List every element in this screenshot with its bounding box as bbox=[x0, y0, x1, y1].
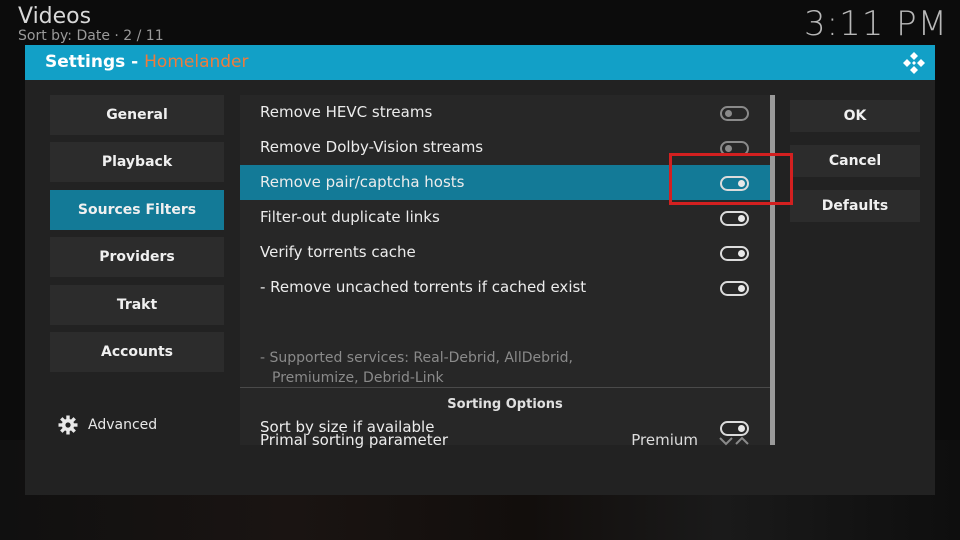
supported-services-note: - Supported services: Real-Debrid, AllDe… bbox=[260, 348, 580, 388]
setting-label: Remove Dolby-Vision streams bbox=[260, 138, 484, 156]
toggle-switch[interactable] bbox=[720, 246, 749, 261]
setting-label: - Remove uncached torrents if cached exi… bbox=[260, 278, 587, 296]
clock: 3:11 PM bbox=[804, 4, 948, 44]
sidebar-item-general[interactable]: General bbox=[50, 95, 224, 135]
dialog-header: Settings - Homelander bbox=[25, 45, 935, 80]
annotation-highlight-box bbox=[669, 153, 793, 205]
setting-filter-duplicates[interactable]: Filter-out duplicate links bbox=[240, 200, 770, 235]
note-line: Premiumize, Debrid-Link bbox=[272, 370, 444, 386]
scrollbar[interactable] bbox=[770, 95, 775, 445]
setting-sort-by-size[interactable]: Sort by size if available bbox=[240, 410, 770, 445]
profile-name: Homelander bbox=[144, 52, 249, 72]
setting-remove-uncached[interactable]: - Remove uncached torrents if cached exi… bbox=[240, 270, 770, 305]
sort-info: Sort by: Date · 2 / 11 bbox=[18, 28, 164, 44]
sidebar-item-providers[interactable]: Providers bbox=[50, 237, 224, 277]
kodi-logo-icon bbox=[903, 52, 925, 74]
toggle-switch[interactable] bbox=[720, 421, 749, 436]
toggle-switch[interactable] bbox=[720, 211, 749, 226]
settings-dialog: Settings - Homelander General Playback S… bbox=[25, 45, 935, 495]
toggle-switch[interactable] bbox=[720, 281, 749, 296]
sidebar-item-trakt[interactable]: Trakt bbox=[50, 285, 224, 325]
advanced-label: Advanced bbox=[88, 417, 158, 433]
gear-icon bbox=[58, 415, 78, 435]
ok-button[interactable]: OK bbox=[790, 100, 920, 132]
toggle-switch[interactable] bbox=[720, 106, 749, 121]
setting-label: Remove pair/captcha hosts bbox=[260, 173, 465, 191]
sidebar-item-sources-filters[interactable]: Sources Filters bbox=[50, 190, 224, 230]
setting-remove-hevc[interactable]: Remove HEVC streams bbox=[240, 95, 770, 130]
defaults-button[interactable]: Defaults bbox=[790, 190, 920, 222]
cancel-button[interactable]: Cancel bbox=[790, 145, 920, 177]
sidebar-item-playback[interactable]: Playback bbox=[50, 142, 224, 182]
advanced-toggle[interactable]: Advanced bbox=[58, 413, 157, 437]
sidebar-item-accounts[interactable]: Accounts bbox=[50, 332, 224, 372]
scrollbar-thumb[interactable] bbox=[770, 95, 775, 445]
settings-list: Remove HEVC streams Remove Dolby-Vision … bbox=[240, 95, 770, 449]
dialog-title-prefix: Settings - bbox=[45, 52, 145, 72]
setting-label: Sort by size if available bbox=[260, 418, 435, 436]
note-line: - Supported services: Real-Debrid, AllDe… bbox=[260, 350, 573, 366]
setting-label: Remove HEVC streams bbox=[260, 103, 433, 121]
dialog-title: Settings - Homelander bbox=[45, 52, 249, 72]
window-title: Videos bbox=[18, 4, 92, 29]
setting-label: Verify torrents cache bbox=[260, 243, 416, 261]
setting-verify-torrents[interactable]: Verify torrents cache bbox=[240, 235, 770, 270]
setting-label: Filter-out duplicate links bbox=[260, 208, 440, 226]
